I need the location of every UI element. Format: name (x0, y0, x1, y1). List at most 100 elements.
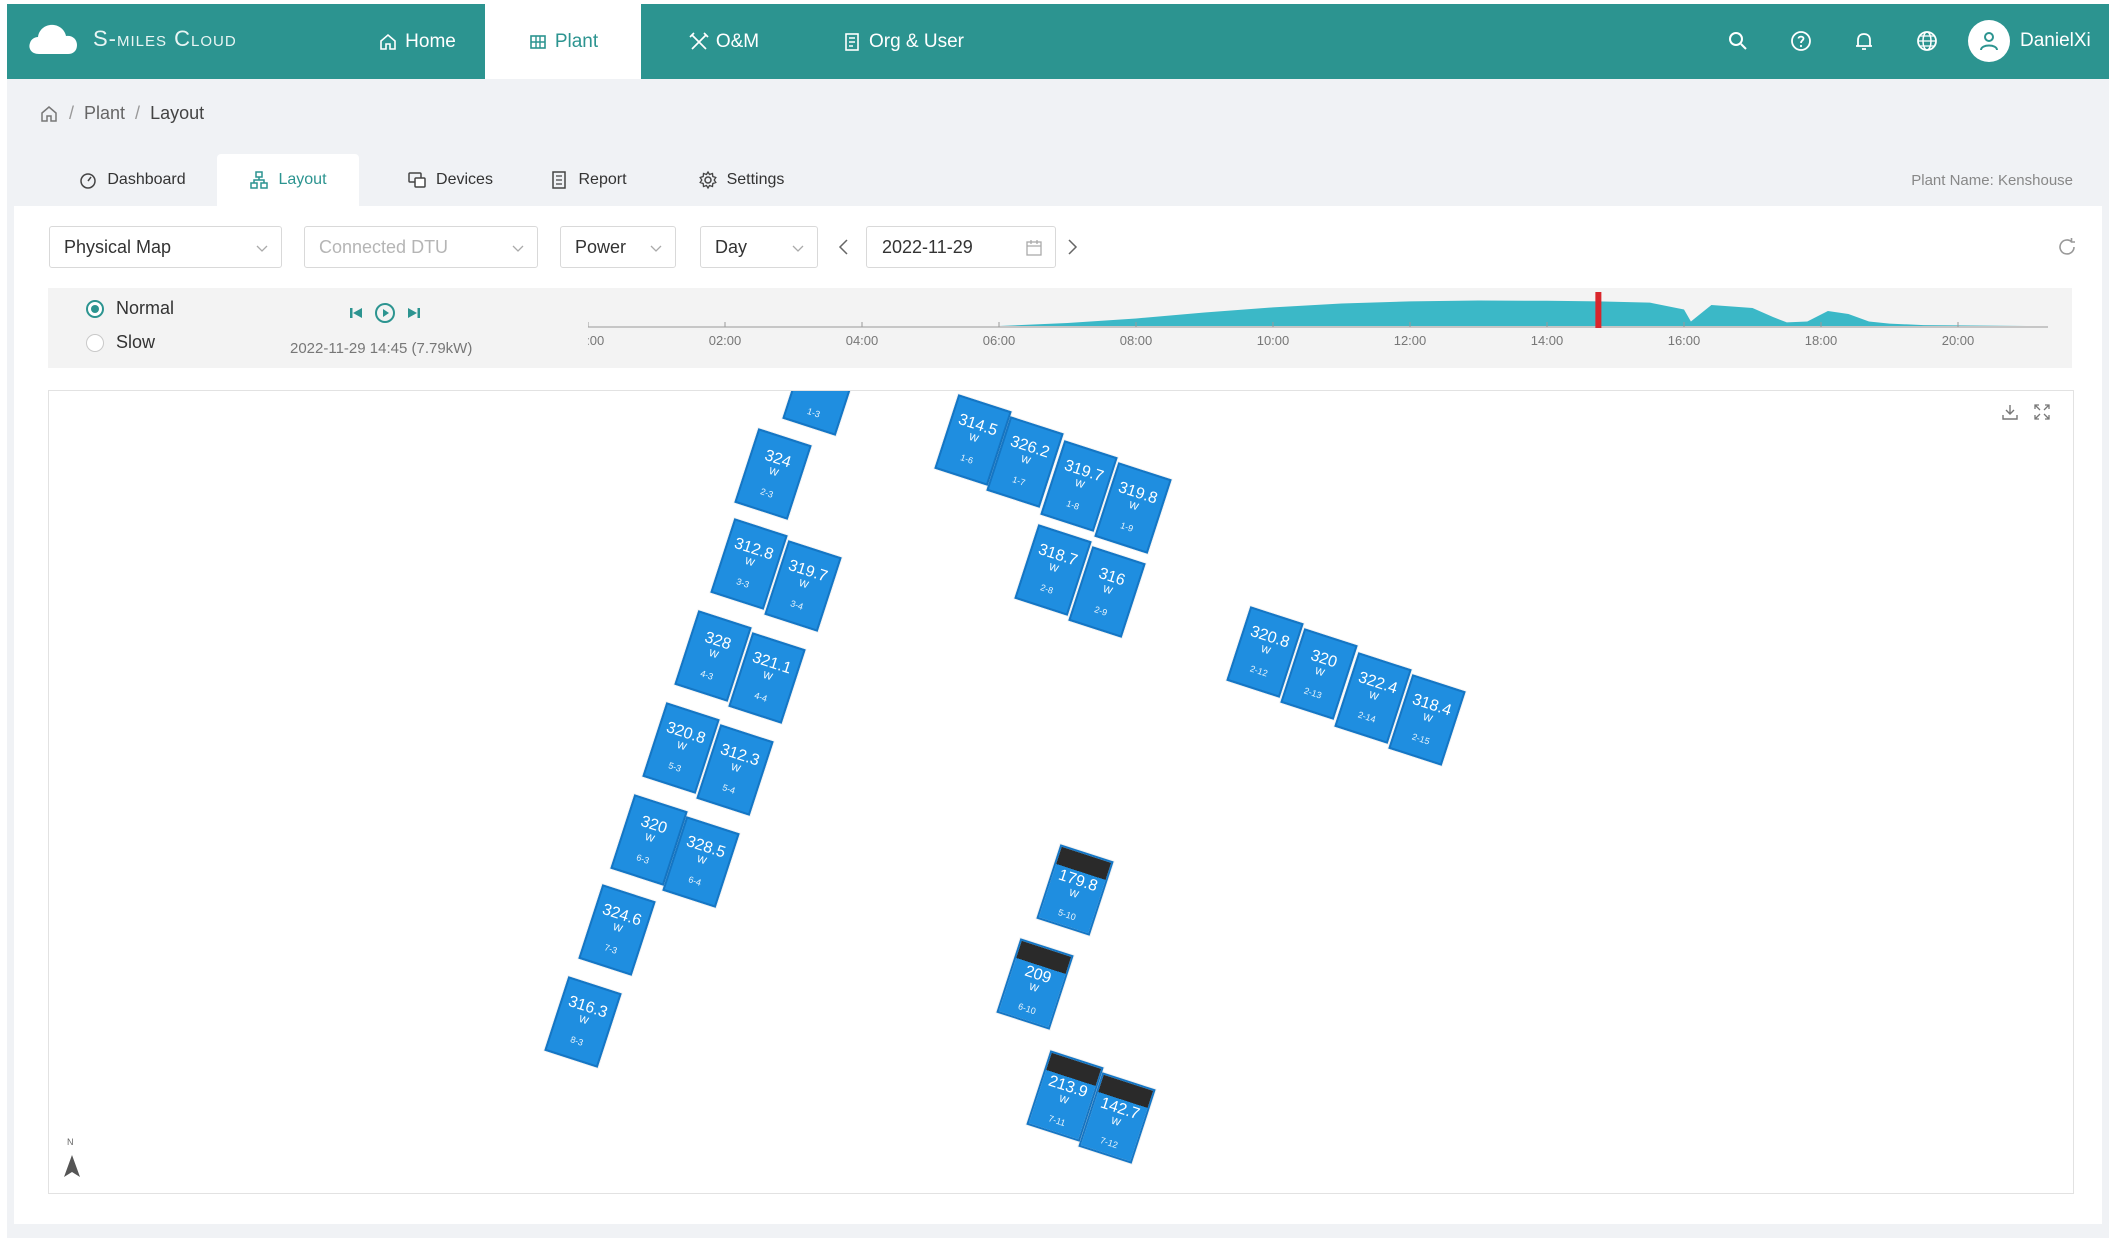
report-icon (552, 171, 567, 189)
nav-tab-org-user[interactable]: Org & User (819, 4, 987, 79)
panel-id: 4-3 (699, 668, 715, 682)
time-tick-label: 16:00 (1668, 333, 1701, 348)
org-icon (845, 32, 859, 51)
solar-panel[interactable]: 316.3 W 8-3 (544, 976, 622, 1068)
skip-back-icon (350, 308, 362, 318)
fullscreen-button[interactable] (2033, 403, 2051, 421)
nav-tab-label: Home (405, 30, 456, 52)
skip-forward-button[interactable] (406, 305, 422, 321)
nav-tab-label: O&M (715, 30, 760, 52)
globe-icon (1917, 31, 1937, 51)
panel-id: 2-13 (1302, 685, 1323, 701)
next-date-button[interactable] (1060, 226, 1084, 268)
help-button[interactable] (1786, 26, 1816, 56)
home-icon (380, 33, 396, 50)
panel-id: 3-4 (789, 598, 805, 612)
breadcrumb-separator: / (69, 103, 75, 123)
tab-layout[interactable]: Layout (217, 154, 359, 206)
panel-id: 6-10 (1016, 1001, 1038, 1017)
view-select[interactable]: Physical Map (49, 226, 282, 268)
app-logo[interactable]: S-miles Cloud (27, 20, 237, 58)
solar-panel[interactable]: 179.8 W 5-10 (1036, 844, 1114, 936)
timeline-bar: Normal Slow 2022-11-29 14:45 (7.79kW) 00… (48, 288, 2072, 368)
chevron-left-icon (838, 239, 848, 255)
search-icon (1729, 32, 1747, 50)
prev-date-button[interactable] (832, 226, 856, 268)
panel-id: 1-3 (805, 406, 822, 420)
tab-label: Devices (436, 171, 493, 188)
nav-tab-label: Plant (554, 30, 599, 52)
speed-normal-radio[interactable]: Normal (86, 298, 174, 319)
time-tick-label: 14:00 (1531, 333, 1564, 348)
time-tick-label: 00:00 (588, 333, 604, 348)
tab-dashboard[interactable]: Dashboard (67, 154, 197, 206)
nav-tab-om[interactable]: O&M (675, 4, 773, 79)
page-area: / Plant / Layout Dashboard Layout Device… (7, 79, 2109, 1238)
time-cursor[interactable] (1595, 292, 1602, 328)
panel-id: 2-15 (1410, 731, 1431, 747)
date-picker[interactable]: 2022-11-29 (866, 226, 1056, 268)
time-tick-label: 08:00 (1120, 333, 1153, 348)
user-avatar[interactable] (1968, 20, 2010, 62)
panel-id: 5-10 (1056, 907, 1078, 923)
physical-map[interactable]: N 1-3 324 W 2-3 312.8 W 3-3 319.7 W 3-4 328 W 4-3 321… (48, 390, 2074, 1194)
top-nav-bar: S-miles Cloud Home Plant O&M Org & User … (7, 4, 2109, 79)
panel-id: 7-11 (1047, 1113, 1067, 1129)
play-button[interactable] (374, 302, 396, 324)
panel-id: 7-12 (1098, 1135, 1120, 1151)
bell-icon (1856, 33, 1872, 50)
play-icon (375, 303, 395, 323)
panel-id: 4-4 (753, 690, 769, 704)
power-timeline-chart[interactable]: 00:00 02:00 04:00 06:00 08:00 10:00 12:00 14:00… (588, 288, 2048, 368)
panel-id: 5-3 (667, 760, 683, 774)
speed-slow-label: Slow (116, 332, 156, 352)
period-select[interactable]: Day (700, 226, 818, 268)
solar-panel[interactable]: 324 W 2-3 (734, 428, 812, 520)
time-tick-label: 02:00 (709, 333, 742, 348)
power-area (999, 300, 2027, 326)
dtu-select[interactable]: Connected DTU (304, 226, 538, 268)
panel-id: 1-8 (1065, 498, 1081, 512)
tab-label: Report (578, 171, 627, 188)
tab-report[interactable]: Report (543, 154, 633, 206)
download-icon (2002, 405, 2018, 420)
view-select-value: Physical Map (64, 236, 172, 257)
skip-back-button[interactable] (348, 305, 364, 321)
cloud-icon (29, 24, 77, 54)
solar-panel[interactable]: 1-3 (782, 391, 860, 436)
solar-panel[interactable]: 209 W 6-10 (996, 938, 1074, 1030)
nav-tab-home[interactable]: Home (355, 4, 479, 79)
time-tick-label: 04:00 (846, 333, 879, 348)
tab-label: Settings (726, 171, 785, 188)
metric-select[interactable]: Power (560, 226, 676, 268)
panel-id: 1-9 (1119, 520, 1135, 534)
download-button[interactable] (2001, 403, 2019, 421)
panel-id: 5-4 (721, 782, 737, 796)
breadcrumb-separator: / (135, 103, 141, 123)
panel-id: 1-6 (959, 452, 975, 466)
panel-id: 3-3 (735, 576, 751, 590)
chevron-down-icon (256, 245, 268, 252)
time-tick-label: 18:00 (1805, 333, 1838, 348)
solar-panel[interactable]: 324.6 W 7-3 (578, 884, 656, 976)
refresh-icon[interactable] (2056, 236, 2078, 258)
panel-id: 2-9 (1093, 604, 1109, 618)
tab-devices[interactable]: Devices (387, 154, 513, 206)
layout-icon (250, 171, 269, 189)
chevron-down-icon (512, 245, 524, 252)
speed-slow-radio[interactable]: Slow (86, 332, 155, 353)
home-icon[interactable] (39, 104, 59, 124)
date-picker-value: 2022-11-29 (882, 236, 973, 257)
breadcrumb-plant[interactable]: Plant (84, 103, 125, 124)
plant-name: Plant Name: Kenshouse (1911, 172, 2073, 189)
tab-settings[interactable]: Settings (691, 154, 791, 206)
notifications-button[interactable] (1849, 26, 1879, 56)
north-arrow-icon (64, 1155, 80, 1177)
radio-dot (86, 333, 104, 352)
username[interactable]: DanielXi (2020, 30, 2091, 52)
devices-icon (408, 172, 426, 188)
search-button[interactable] (1723, 26, 1753, 56)
panel-id: 7-3 (603, 942, 619, 956)
language-button[interactable] (1912, 26, 1942, 56)
nav-tab-plant[interactable]: Plant (485, 4, 641, 79)
